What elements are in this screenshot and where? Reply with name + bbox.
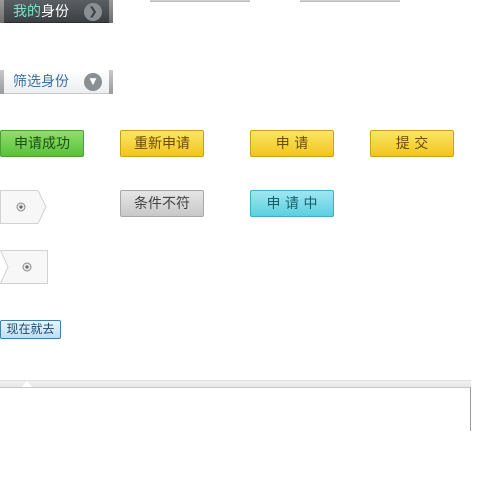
step-chip-arrow-left[interactable] — [0, 250, 48, 284]
step-chip-arrow-right[interactable] — [0, 190, 48, 224]
chevron-right-circle-icon[interactable]: ❯ — [84, 3, 102, 21]
filter-identity-label: 筛选身份 — [13, 74, 69, 90]
apply-button[interactable]: 申 请 — [250, 130, 334, 157]
page: 我的身份 ❯ 筛选身份 ▼ 申请成功 重新申请 申 请 提 交 条件不符 申 请… — [0, 0, 500, 500]
my-identity-tab[interactable]: 我的身份 ❯ — [0, 0, 113, 23]
top-divider-left — [150, 0, 250, 2]
filter-identity-tab[interactable]: 筛选身份 ▼ — [0, 70, 113, 94]
go-now-button[interactable]: 现在就去 — [0, 320, 61, 339]
radio-dot-icon — [22, 262, 32, 272]
submit-button[interactable]: 提 交 — [370, 130, 454, 157]
content-panel — [0, 380, 471, 431]
chevron-down-circle-icon[interactable]: ▼ — [84, 73, 102, 91]
panel-body — [0, 387, 471, 431]
apply-success-button[interactable]: 申请成功 — [0, 130, 84, 157]
reapply-button[interactable]: 重新申请 — [120, 130, 204, 157]
radio-dot-icon — [16, 202, 26, 212]
not-eligible-button: 条件不符 — [120, 190, 204, 217]
applying-button[interactable]: 申 请 中 — [250, 190, 334, 217]
my-identity-label: 我的身份 — [13, 4, 69, 20]
top-divider-right — [300, 0, 400, 2]
